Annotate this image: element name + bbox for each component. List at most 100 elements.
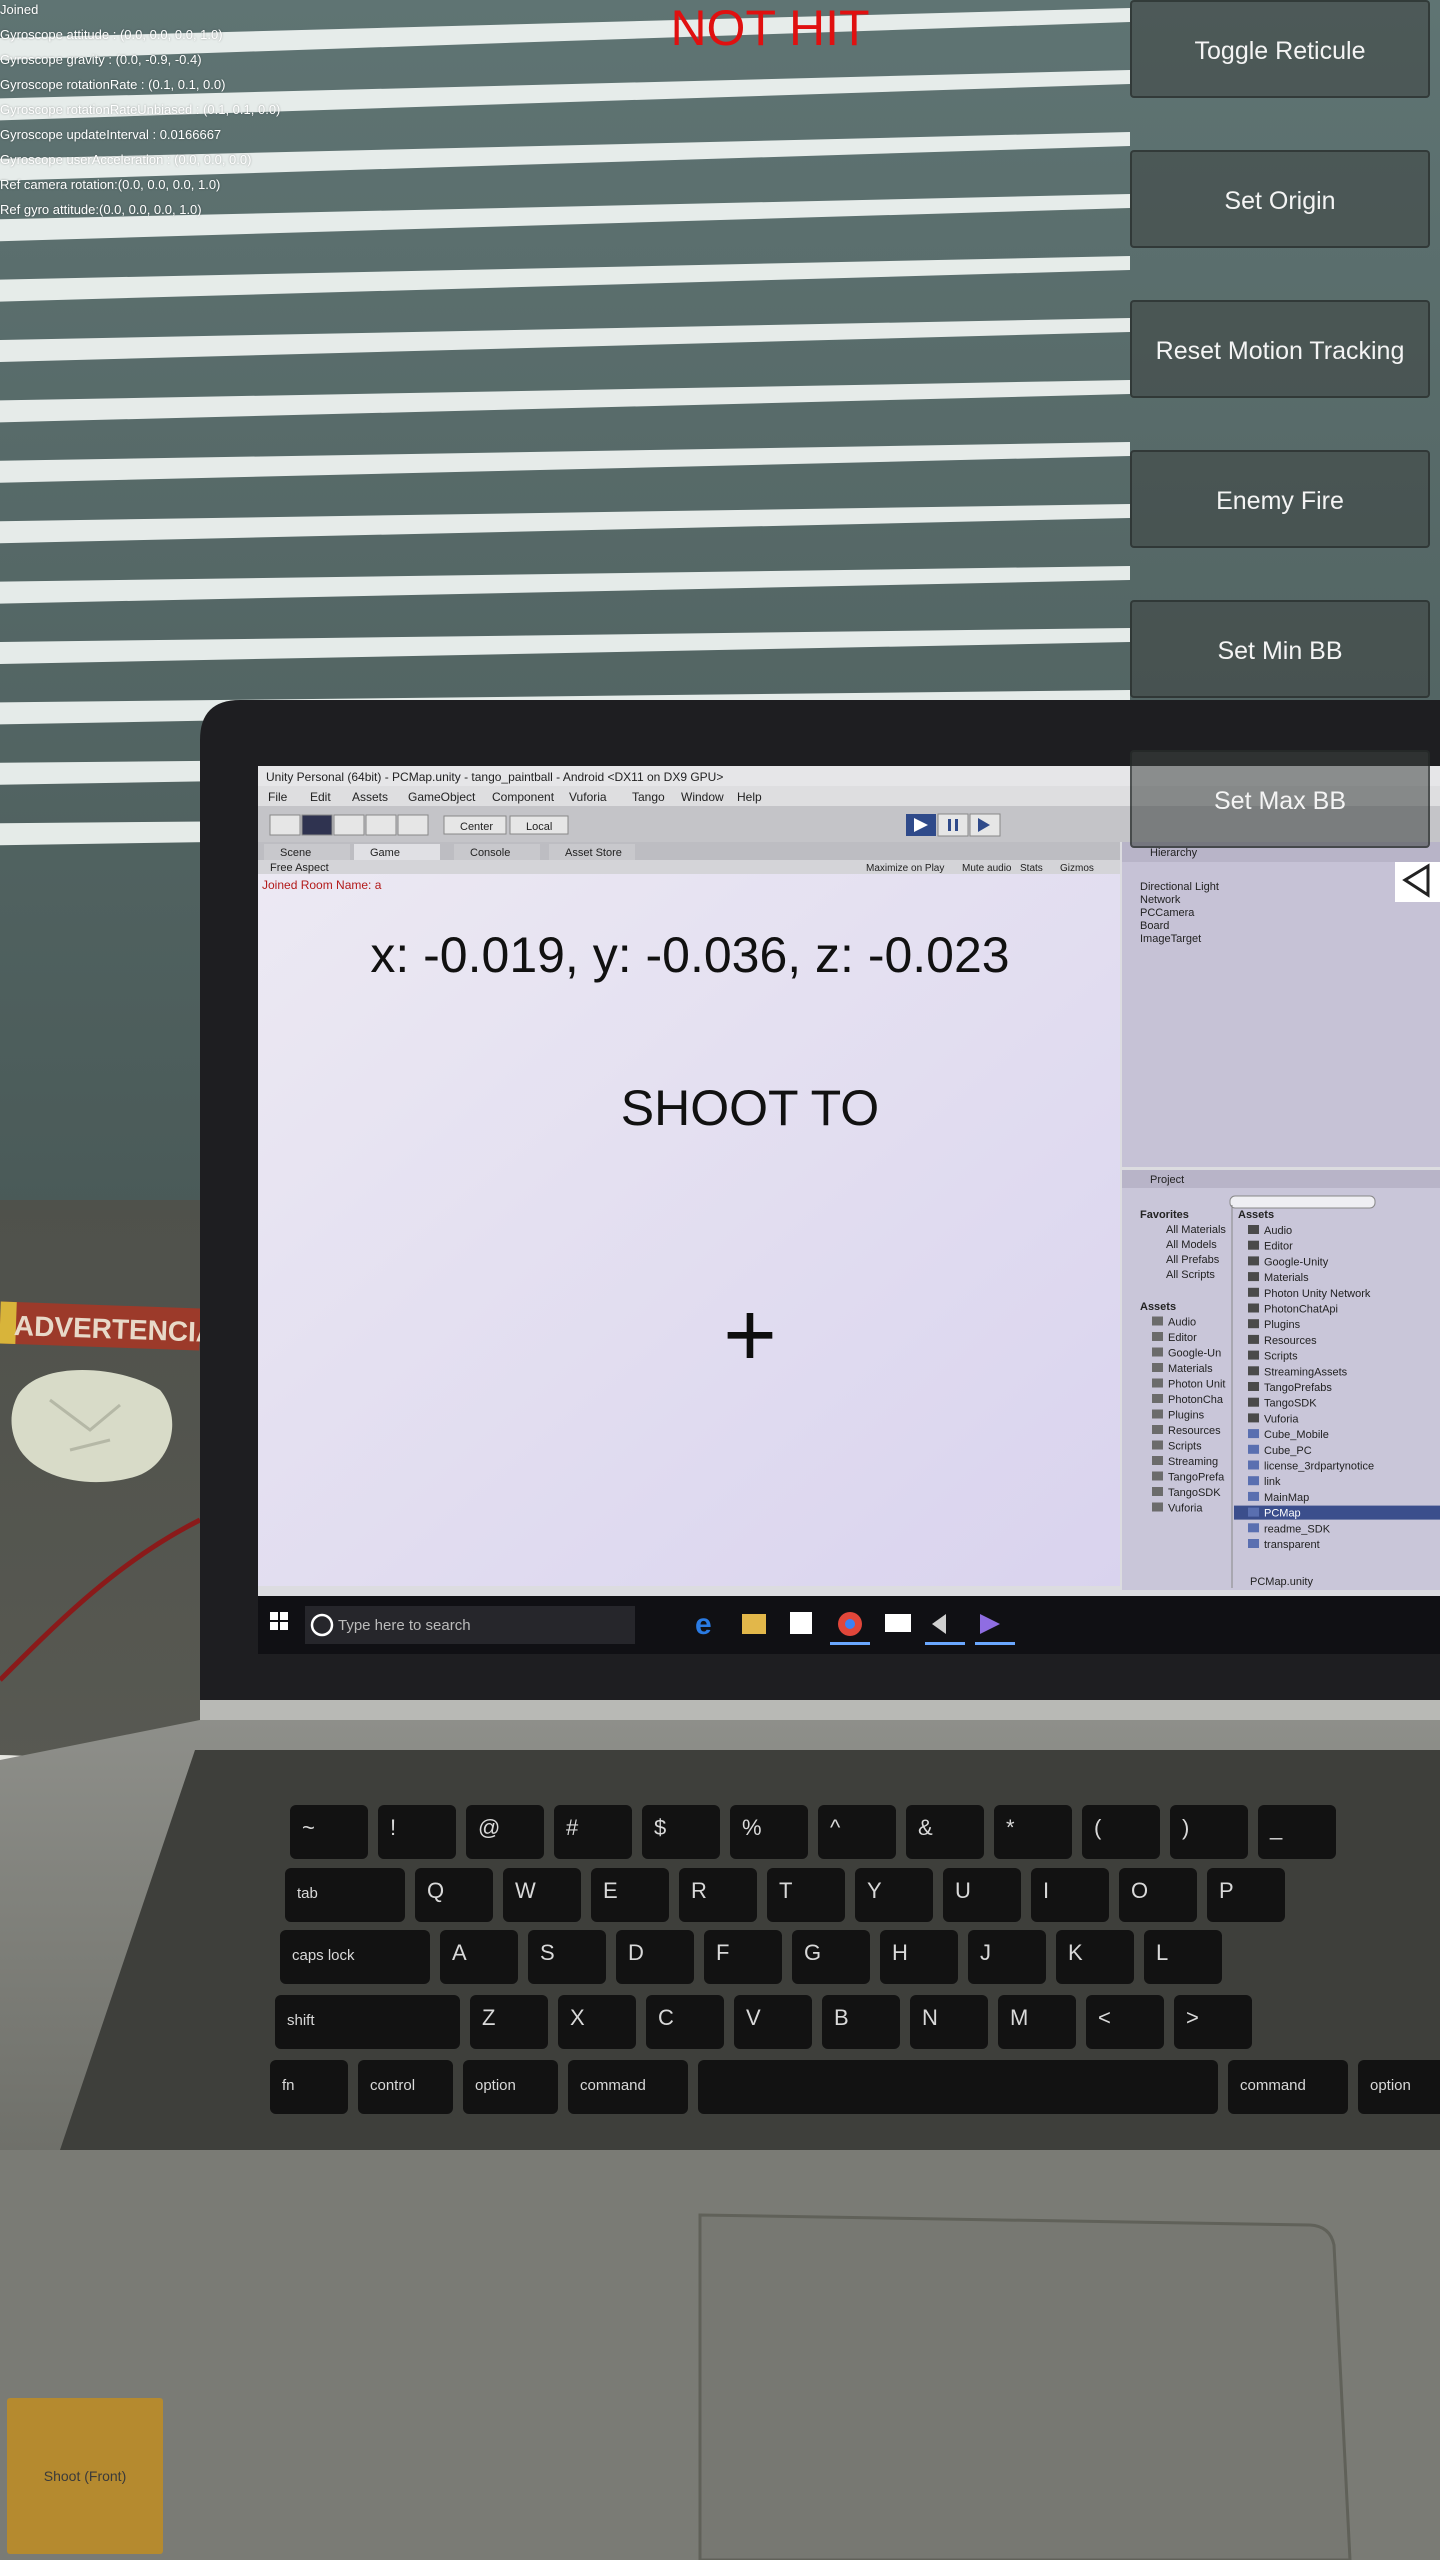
keyboard-key-label: caps lock bbox=[292, 1947, 355, 1964]
assets-list-item: Cube_PC bbox=[1264, 1445, 1312, 1457]
favorites-item: All Models bbox=[1166, 1239, 1217, 1251]
unity-tab-label: Asset Store bbox=[565, 847, 622, 859]
keyboard-key-label: Q bbox=[427, 1878, 444, 1903]
assets-list-item: link bbox=[1264, 1476, 1281, 1488]
assets-list-item: Editor bbox=[1264, 1241, 1293, 1253]
svg-text:Joined Room Name: a: Joined Room Name: a bbox=[262, 878, 382, 892]
assets-list-item: PCMap bbox=[1264, 1508, 1301, 1520]
keyboard-key-label: V bbox=[746, 2005, 761, 2030]
debug-line-ref-camera-rotation: Ref camera rotation:(0.0, 0.0, 0.0, 1.0) bbox=[0, 177, 221, 192]
set-origin-button[interactable]: Set Origin bbox=[1130, 150, 1430, 248]
debug-line-rotation-rate-unbiased: Gyroscope rotationRateUnbiased : (0.1, 0… bbox=[0, 102, 281, 117]
keyboard-key-label: G bbox=[804, 1940, 821, 1965]
keyboard-key-label: W bbox=[515, 1878, 536, 1903]
keyboard-key-label: # bbox=[566, 1815, 579, 1840]
hierarchy-item: Board bbox=[1140, 920, 1169, 932]
unity-game-option: Stats bbox=[1020, 863, 1043, 874]
assets-list-item: Scripts bbox=[1264, 1351, 1298, 1363]
debug-line-update-interval: Gyroscope updateInterval : 0.0166667 bbox=[0, 127, 222, 142]
unity-menu-item: Edit bbox=[310, 790, 331, 804]
toggle-reticule-button[interactable]: Toggle Reticule bbox=[1130, 0, 1430, 98]
keyboard-key-label: * bbox=[1006, 1815, 1015, 1840]
unity-game-option: Gizmos bbox=[1060, 863, 1094, 874]
keyboard-key-label: O bbox=[1131, 1878, 1148, 1903]
unity-game-option: Maximize on Play bbox=[866, 863, 944, 874]
svg-text:Type here to search: Type here to search bbox=[338, 1617, 471, 1634]
assets-list-item: license_3rdpartynotice bbox=[1264, 1461, 1374, 1473]
unity-menu-item: Tango bbox=[632, 790, 665, 804]
unity-menu-item: Assets bbox=[352, 790, 388, 804]
shoot-to-label: SHOOT TO bbox=[620, 1080, 880, 1136]
assets-list-item: Google-Unity bbox=[1264, 1256, 1329, 1268]
svg-text:PCMap.unity: PCMap.unity bbox=[1250, 1576, 1313, 1588]
keyboard-key-label: Y bbox=[867, 1878, 882, 1903]
keyboard-key-label: J bbox=[980, 1940, 991, 1965]
keyboard-key-label: ^ bbox=[830, 1815, 841, 1840]
keyboard-key-label: % bbox=[742, 1815, 762, 1840]
keyboard-key-label: control bbox=[370, 2077, 415, 2094]
debug-line-status: Joined bbox=[0, 2, 39, 17]
unity-menu-item: Window bbox=[681, 790, 724, 804]
keyboard-key-label: L bbox=[1156, 1940, 1168, 1965]
keyboard-key-label: option bbox=[475, 2077, 516, 2094]
assets-list-item: Vuforia bbox=[1264, 1413, 1299, 1425]
assets-tree-item: Materials bbox=[1168, 1363, 1213, 1375]
keyboard-key-label: B bbox=[834, 2005, 849, 2030]
keyboard-key-label: R bbox=[691, 1878, 707, 1903]
assets-list-item: Photon Unity Network bbox=[1264, 1288, 1371, 1300]
set-max-bb-button[interactable]: Set Max BB bbox=[1130, 750, 1430, 848]
assets-list-item: TangoSDK bbox=[1264, 1398, 1317, 1410]
enemy-fire-button[interactable]: Enemy Fire bbox=[1130, 450, 1430, 548]
unity-game-options: Maximize on Play Mute audio Stats Gizmos bbox=[866, 863, 1094, 874]
keyboard-key-label: T bbox=[779, 1878, 792, 1903]
svg-text:Free Aspect: Free Aspect bbox=[270, 862, 329, 874]
hierarchy-item: ImageTarget bbox=[1140, 933, 1201, 945]
shoot-front-button[interactable]: Shoot (Front) bbox=[7, 2398, 163, 2554]
keyboard-key-label: N bbox=[922, 2005, 938, 2030]
keyboard-key-label: > bbox=[1186, 2005, 1199, 2030]
assets-tree-item: Resources bbox=[1168, 1425, 1221, 1437]
keyboard-key-label: command bbox=[1240, 2077, 1306, 2094]
keyboard-key-label: ~ bbox=[302, 1815, 315, 1840]
keyboard-key-label: S bbox=[540, 1940, 555, 1965]
assets-tree-item: TangoSDK bbox=[1168, 1487, 1221, 1499]
svg-text:Center: Center bbox=[460, 821, 493, 833]
unity-tab-label: Scene bbox=[280, 847, 311, 859]
hit-status-label: NOT HIT bbox=[670, 0, 870, 56]
debug-line-ref-gyro-attitude: Ref gyro attitude:(0.0, 0.0, 0.0, 1.0) bbox=[0, 202, 202, 217]
assets-list-item: Resources bbox=[1264, 1335, 1317, 1347]
target-coordinates-label: x: -0.019, y: -0.036, z: -0.023 bbox=[370, 927, 1010, 983]
assets-tree-item: Streaming bbox=[1168, 1456, 1218, 1468]
keyboard-key-label: fn bbox=[282, 2077, 295, 2094]
svg-text:Hierarchy: Hierarchy bbox=[1150, 847, 1198, 859]
svg-text:e: e bbox=[695, 1608, 712, 1641]
favorites-item: All Materials bbox=[1166, 1224, 1226, 1236]
keyboard-key-label: F bbox=[716, 1940, 729, 1965]
debug-line-attitude: Gyroscope attitude : (0.0, 0.0, 0.0, 1.0… bbox=[0, 27, 223, 42]
keyboard-key-label: _ bbox=[1269, 1815, 1283, 1840]
keyboard-spacebar bbox=[698, 2060, 1218, 2114]
assets-tree-item: PhotonCha bbox=[1168, 1394, 1224, 1406]
assets-tree-item: Assets bbox=[1140, 1301, 1176, 1313]
keyboard-key-label: H bbox=[892, 1940, 908, 1965]
assets-tree-item: Photon Unit bbox=[1168, 1379, 1225, 1391]
keyboard-key-label: Z bbox=[482, 2005, 495, 2030]
hierarchy-item: Network bbox=[1140, 894, 1181, 906]
assets-list-item: StreamingAssets bbox=[1264, 1366, 1348, 1378]
assets-list-item: Cube_Mobile bbox=[1264, 1429, 1329, 1441]
unity-menu-item: Component bbox=[492, 790, 555, 804]
reset-motion-tracking-button[interactable]: Reset Motion Tracking bbox=[1130, 300, 1430, 398]
unity-tab-label: Console bbox=[470, 847, 510, 859]
assets-list-item: transparent bbox=[1264, 1539, 1320, 1551]
unity-menu-item: GameObject bbox=[408, 790, 476, 804]
assets-tree-item: Google-Un bbox=[1168, 1348, 1221, 1360]
set-min-bb-button[interactable]: Set Min BB bbox=[1130, 600, 1430, 698]
keyboard-key-label: K bbox=[1068, 1940, 1083, 1965]
hierarchy-item: Directional Light bbox=[1140, 881, 1219, 893]
assets-list-item: readme_SDK bbox=[1264, 1523, 1331, 1535]
keyboard-key-label: < bbox=[1098, 2005, 1111, 2030]
unity-menu-item: Vuforia bbox=[569, 790, 607, 804]
unity-tab-label: Game bbox=[370, 847, 400, 859]
keyboard-key-label: tab bbox=[297, 1885, 318, 1902]
keyboard-key-label: A bbox=[452, 1940, 467, 1965]
